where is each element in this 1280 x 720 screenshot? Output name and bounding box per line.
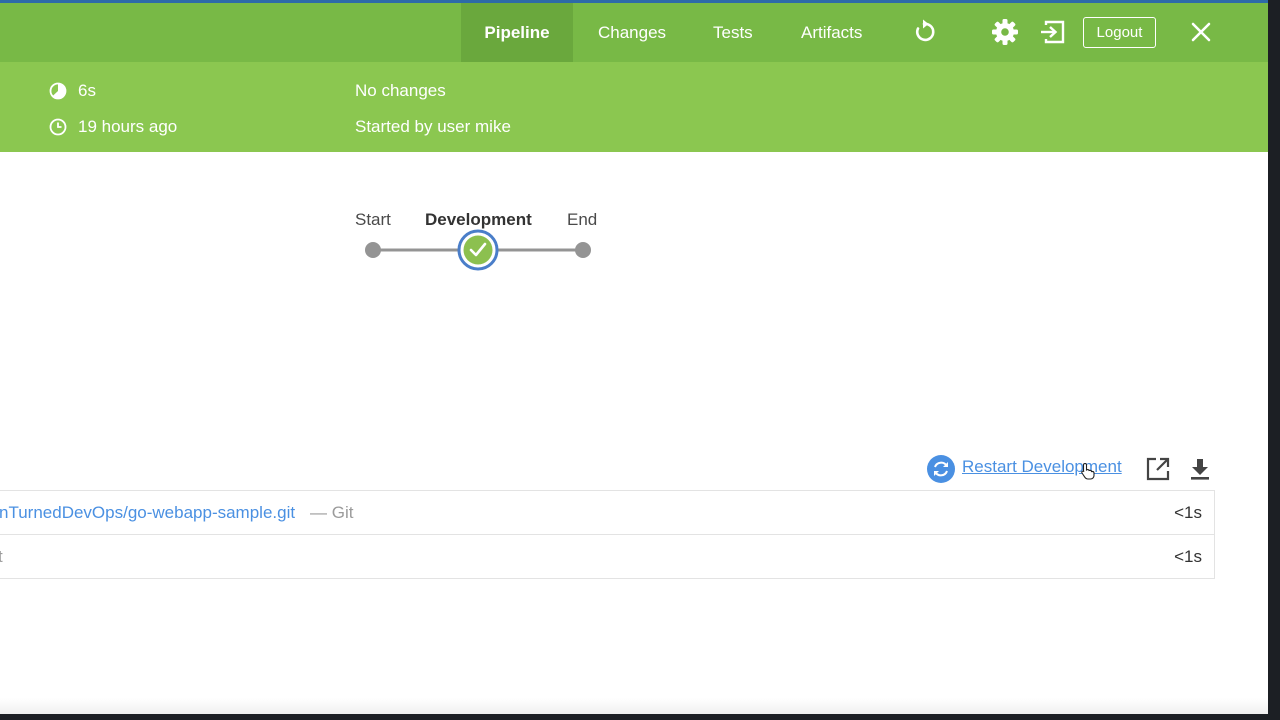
restart-icon[interactable]: [926, 454, 956, 484]
clock-icon: [48, 117, 68, 137]
window-bottom-edge: [0, 698, 1268, 714]
stage-node-development[interactable]: [457, 229, 499, 271]
step-list: nTurnedDevOps/go-webapp-sample.git — Git…: [0, 490, 1215, 579]
step-row[interactable]: nTurnedDevOps/go-webapp-sample.git — Git…: [0, 491, 1215, 535]
step-duration: <1s: [1174, 547, 1202, 566]
step-type-label: — Git: [310, 503, 354, 522]
run-info-bar: 6s 19 hours ago No changes Started by us…: [0, 62, 1268, 152]
stage-label-start: Start: [355, 210, 391, 229]
restart-stage-link[interactable]: Restart Development: [962, 457, 1122, 477]
stage-label-end: End: [567, 210, 598, 229]
step-label: t: [0, 547, 3, 566]
pointer-cursor-icon: [1080, 462, 1096, 480]
run-started-time: 19 hours ago: [78, 117, 178, 136]
tab-artifacts[interactable]: Artifacts: [801, 3, 862, 62]
open-external-icon[interactable]: [1145, 456, 1171, 482]
run-started-by: Started by user mike: [355, 117, 511, 136]
stage-node-start: [365, 242, 381, 258]
step-repo-link[interactable]: nTurnedDevOps/go-webapp-sample.git: [0, 503, 295, 523]
duration-icon: [48, 81, 68, 101]
stage-node-end: [575, 242, 591, 258]
run-changes: No changes: [355, 81, 446, 100]
pipeline-graph: [365, 229, 591, 271]
gear-icon[interactable]: [990, 17, 1020, 47]
step-duration: <1s: [1174, 503, 1202, 522]
exit-icon[interactable]: [1038, 17, 1068, 47]
pipeline-run-window: Pipeline Changes Tests Artifacts Logout …: [0, 0, 1268, 714]
tab-tests[interactable]: Tests: [713, 3, 753, 62]
replay-icon[interactable]: [909, 17, 939, 47]
run-duration: 6s: [78, 81, 96, 100]
tab-pipeline[interactable]: Pipeline: [461, 3, 573, 62]
tab-changes[interactable]: Changes: [598, 3, 666, 62]
download-icon[interactable]: [1188, 456, 1212, 482]
logout-button[interactable]: Logout: [1083, 17, 1156, 48]
step-row[interactable]: t <1s: [0, 535, 1215, 579]
top-nav-bar: Pipeline Changes Tests Artifacts Logout: [0, 3, 1268, 62]
close-icon[interactable]: [1186, 17, 1216, 47]
stage-label-development[interactable]: Development: [425, 210, 532, 230]
